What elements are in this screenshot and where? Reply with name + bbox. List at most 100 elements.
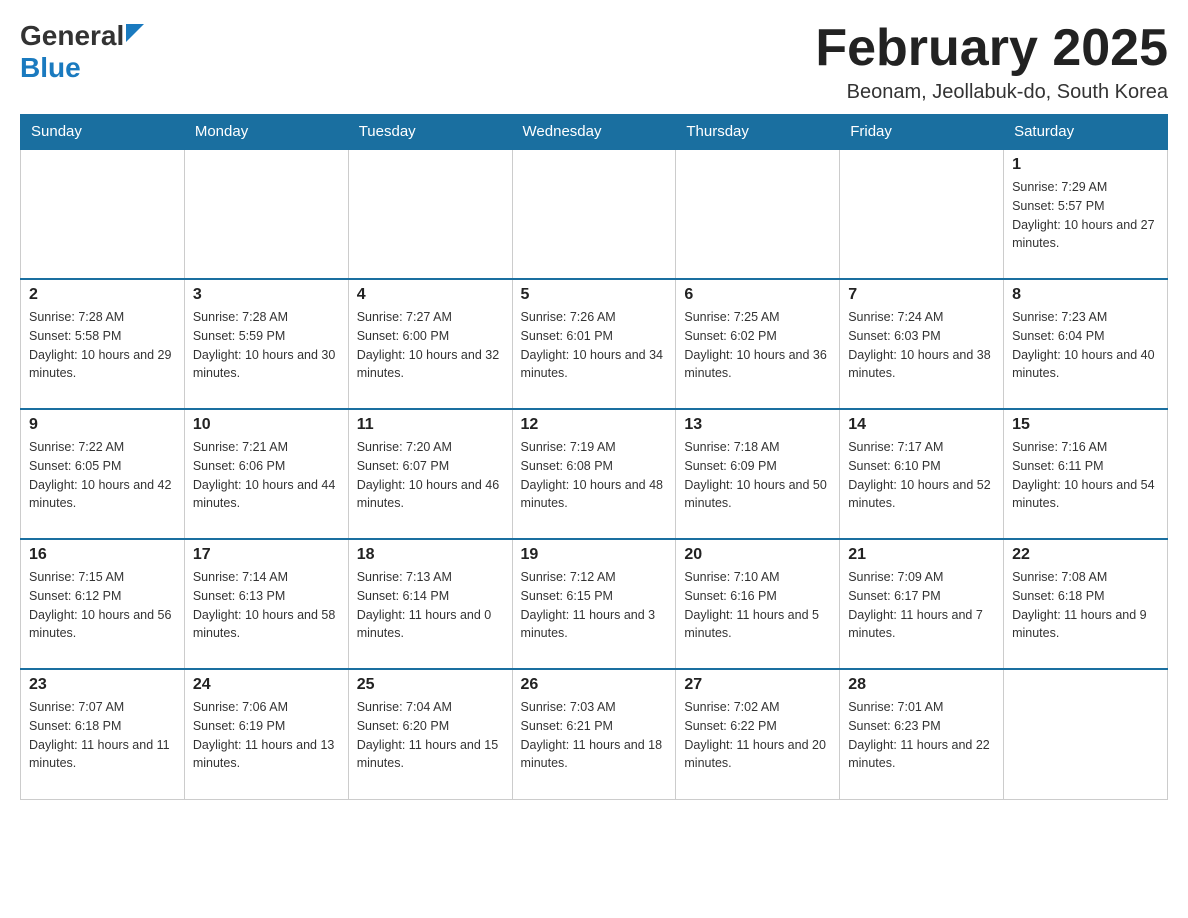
day-number: 11	[357, 416, 504, 434]
header-friday: Friday	[840, 115, 1004, 150]
calendar-header-row: Sunday Monday Tuesday Wednesday Thursday…	[21, 115, 1168, 150]
calendar-week-row: 9 Sunrise: 7:22 AM Sunset: 6:05 PM Daylig…	[21, 409, 1168, 539]
day-number: 18	[357, 546, 504, 564]
table-row: 21 Sunrise: 7:09 AM Sunset: 6:17 PM Dayli…	[840, 539, 1004, 669]
day-number: 10	[193, 416, 340, 434]
table-row	[840, 149, 1004, 279]
day-number: 13	[684, 416, 831, 434]
table-row: 18 Sunrise: 7:13 AM Sunset: 6:14 PM Dayli…	[348, 539, 512, 669]
day-number: 1	[1012, 156, 1159, 174]
calendar-week-row: 1 Sunrise: 7:29 AM Sunset: 5:57 PM Daylig…	[21, 149, 1168, 279]
day-info: Sunrise: 7:28 AM Sunset: 5:59 PM Dayligh…	[193, 308, 340, 383]
header-wednesday: Wednesday	[512, 115, 676, 150]
day-info: Sunrise: 7:29 AM Sunset: 5:57 PM Dayligh…	[1012, 178, 1159, 253]
day-number: 26	[521, 676, 668, 694]
month-title: February 2025	[815, 20, 1168, 77]
table-row	[512, 149, 676, 279]
day-number: 4	[357, 286, 504, 304]
day-info: Sunrise: 7:08 AM Sunset: 6:18 PM Dayligh…	[1012, 568, 1159, 643]
day-info: Sunrise: 7:13 AM Sunset: 6:14 PM Dayligh…	[357, 568, 504, 643]
day-info: Sunrise: 7:03 AM Sunset: 6:21 PM Dayligh…	[521, 698, 668, 773]
day-info: Sunrise: 7:01 AM Sunset: 6:23 PM Dayligh…	[848, 698, 995, 773]
day-info: Sunrise: 7:09 AM Sunset: 6:17 PM Dayligh…	[848, 568, 995, 643]
day-info: Sunrise: 7:25 AM Sunset: 6:02 PM Dayligh…	[684, 308, 831, 383]
day-number: 25	[357, 676, 504, 694]
day-info: Sunrise: 7:27 AM Sunset: 6:00 PM Dayligh…	[357, 308, 504, 383]
day-info: Sunrise: 7:17 AM Sunset: 6:10 PM Dayligh…	[848, 438, 995, 513]
day-number: 5	[521, 286, 668, 304]
header-thursday: Thursday	[676, 115, 840, 150]
day-info: Sunrise: 7:12 AM Sunset: 6:15 PM Dayligh…	[521, 568, 668, 643]
day-info: Sunrise: 7:18 AM Sunset: 6:09 PM Dayligh…	[684, 438, 831, 513]
title-section: February 2025 Beonam, Jeollabuk-do, Sout…	[815, 20, 1168, 104]
day-number: 21	[848, 546, 995, 564]
table-row: 24 Sunrise: 7:06 AM Sunset: 6:19 PM Dayli…	[184, 669, 348, 799]
table-row: 26 Sunrise: 7:03 AM Sunset: 6:21 PM Dayli…	[512, 669, 676, 799]
day-info: Sunrise: 7:06 AM Sunset: 6:19 PM Dayligh…	[193, 698, 340, 773]
table-row: 5Sunrise: 7:26 AM Sunset: 6:01 PM Daylig…	[512, 279, 676, 409]
table-row: 15Sunrise: 7:16 AM Sunset: 6:11 PM Dayli…	[1004, 409, 1168, 539]
day-number: 14	[848, 416, 995, 434]
day-info: Sunrise: 7:21 AM Sunset: 6:06 PM Dayligh…	[193, 438, 340, 513]
table-row: 1 Sunrise: 7:29 AM Sunset: 5:57 PM Daylig…	[1004, 149, 1168, 279]
table-row: 25 Sunrise: 7:04 AM Sunset: 6:20 PM Dayli…	[348, 669, 512, 799]
day-info: Sunrise: 7:14 AM Sunset: 6:13 PM Dayligh…	[193, 568, 340, 643]
table-row	[184, 149, 348, 279]
header-tuesday: Tuesday	[348, 115, 512, 150]
table-row: 23 Sunrise: 7:07 AM Sunset: 6:18 PM Dayli…	[21, 669, 185, 799]
day-number: 19	[521, 546, 668, 564]
day-number: 3	[193, 286, 340, 304]
table-row: 9 Sunrise: 7:22 AM Sunset: 6:05 PM Daylig…	[21, 409, 185, 539]
table-row: 27 Sunrise: 7:02 AM Sunset: 6:22 PM Dayli…	[676, 669, 840, 799]
table-row: 16Sunrise: 7:15 AM Sunset: 6:12 PM Dayli…	[21, 539, 185, 669]
day-number: 20	[684, 546, 831, 564]
calendar-week-row: 23 Sunrise: 7:07 AM Sunset: 6:18 PM Dayli…	[21, 669, 1168, 799]
logo-blue-text: Blue	[20, 52, 81, 83]
table-row: 19 Sunrise: 7:12 AM Sunset: 6:15 PM Dayli…	[512, 539, 676, 669]
table-row: 2 Sunrise: 7:28 AM Sunset: 5:58 PM Daylig…	[21, 279, 185, 409]
day-info: Sunrise: 7:15 AM Sunset: 6:12 PM Dayligh…	[29, 568, 176, 643]
table-row: 10 Sunrise: 7:21 AM Sunset: 6:06 PM Dayli…	[184, 409, 348, 539]
table-row	[676, 149, 840, 279]
table-row: 28 Sunrise: 7:01 AM Sunset: 6:23 PM Dayli…	[840, 669, 1004, 799]
table-row: 17 Sunrise: 7:14 AM Sunset: 6:13 PM Dayli…	[184, 539, 348, 669]
table-row: 7 Sunrise: 7:24 AM Sunset: 6:03 PM Daylig…	[840, 279, 1004, 409]
day-info: Sunrise: 7:10 AM Sunset: 6:16 PM Dayligh…	[684, 568, 831, 643]
table-row	[1004, 669, 1168, 799]
day-info: Sunrise: 7:20 AM Sunset: 6:07 PM Dayligh…	[357, 438, 504, 513]
day-number: 2	[29, 286, 176, 304]
day-number: 22	[1012, 546, 1159, 564]
day-info: Sunrise: 7:02 AM Sunset: 6:22 PM Dayligh…	[684, 698, 831, 773]
day-number: 17	[193, 546, 340, 564]
day-info: Sunrise: 7:23 AM Sunset: 6:04 PM Dayligh…	[1012, 308, 1159, 383]
table-row: 4 Sunrise: 7:27 AM Sunset: 6:00 PM Daylig…	[348, 279, 512, 409]
day-info: Sunrise: 7:28 AM Sunset: 5:58 PM Dayligh…	[29, 308, 176, 383]
page-header: General Blue February 2025 Beonam, Jeoll…	[20, 20, 1168, 104]
table-row: 3 Sunrise: 7:28 AM Sunset: 5:59 PM Daylig…	[184, 279, 348, 409]
day-info: Sunrise: 7:22 AM Sunset: 6:05 PM Dayligh…	[29, 438, 176, 513]
day-number: 9	[29, 416, 176, 434]
day-info: Sunrise: 7:19 AM Sunset: 6:08 PM Dayligh…	[521, 438, 668, 513]
day-number: 7	[848, 286, 995, 304]
logo-arrow-icon	[126, 24, 144, 47]
day-number: 27	[684, 676, 831, 694]
day-info: Sunrise: 7:24 AM Sunset: 6:03 PM Dayligh…	[848, 308, 995, 383]
day-number: 24	[193, 676, 340, 694]
day-info: Sunrise: 7:04 AM Sunset: 6:20 PM Dayligh…	[357, 698, 504, 773]
logo-general-text: General	[20, 20, 124, 52]
day-info: Sunrise: 7:07 AM Sunset: 6:18 PM Dayligh…	[29, 698, 176, 773]
location-title: Beonam, Jeollabuk-do, South Korea	[815, 81, 1168, 104]
table-row: 22 Sunrise: 7:08 AM Sunset: 6:18 PM Dayli…	[1004, 539, 1168, 669]
calendar-table: Sunday Monday Tuesday Wednesday Thursday…	[20, 114, 1168, 800]
day-number: 12	[521, 416, 668, 434]
day-number: 8	[1012, 286, 1159, 304]
table-row	[348, 149, 512, 279]
table-row: 14 Sunrise: 7:17 AM Sunset: 6:10 PM Dayli…	[840, 409, 1004, 539]
day-number: 15	[1012, 416, 1159, 434]
calendar-week-row: 2 Sunrise: 7:28 AM Sunset: 5:58 PM Daylig…	[21, 279, 1168, 409]
day-number: 23	[29, 676, 176, 694]
table-row: 12 Sunrise: 7:19 AM Sunset: 6:08 PM Dayli…	[512, 409, 676, 539]
table-row	[21, 149, 185, 279]
day-number: 28	[848, 676, 995, 694]
header-saturday: Saturday	[1004, 115, 1168, 150]
